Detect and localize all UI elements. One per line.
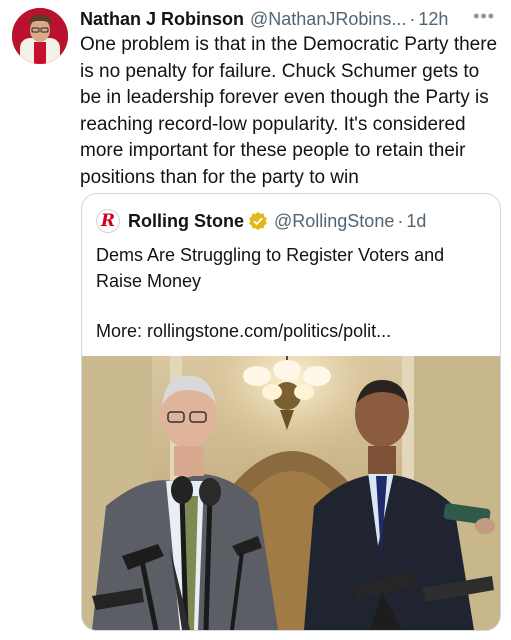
verified-badge-icon (249, 211, 267, 231)
quoted-tweet-card[interactable]: R Rolling Stone @RollingStone · 1d Dems … (81, 193, 501, 631)
rolling-stone-logo-icon[interactable]: R (96, 209, 120, 233)
tweet-header: Nathan J Robinson @NathanJRobins... · 12… (80, 6, 497, 32)
separator-dot: · (397, 210, 404, 231)
separator-dot: · (409, 8, 416, 29)
article-link[interactable]: More: rollingstone.com/politics/polit... (96, 319, 391, 345)
quoted-tweet-header: R Rolling Stone @RollingStone · 1d (96, 208, 426, 234)
quoted-tweet-time[interactable]: 1d (406, 211, 426, 232)
tweet-text: One problem is that in the Democratic Pa… (80, 34, 498, 188)
article-photo[interactable] (82, 356, 500, 630)
logo-letter: R (100, 211, 116, 231)
quoted-tweet-text: Dems Are Struggling to Register Voters a… (96, 245, 445, 291)
ellipsis-icon[interactable]: ••• (473, 6, 495, 27)
author-avatar[interactable] (12, 8, 68, 64)
quoted-author-name[interactable]: Rolling Stone (128, 211, 244, 232)
tweet-time[interactable]: 12h (418, 9, 448, 30)
quoted-author-handle[interactable]: @RollingStone (274, 211, 394, 232)
author-name[interactable]: Nathan J Robinson (80, 9, 244, 30)
author-handle[interactable]: @NathanJRobins... (250, 9, 406, 30)
